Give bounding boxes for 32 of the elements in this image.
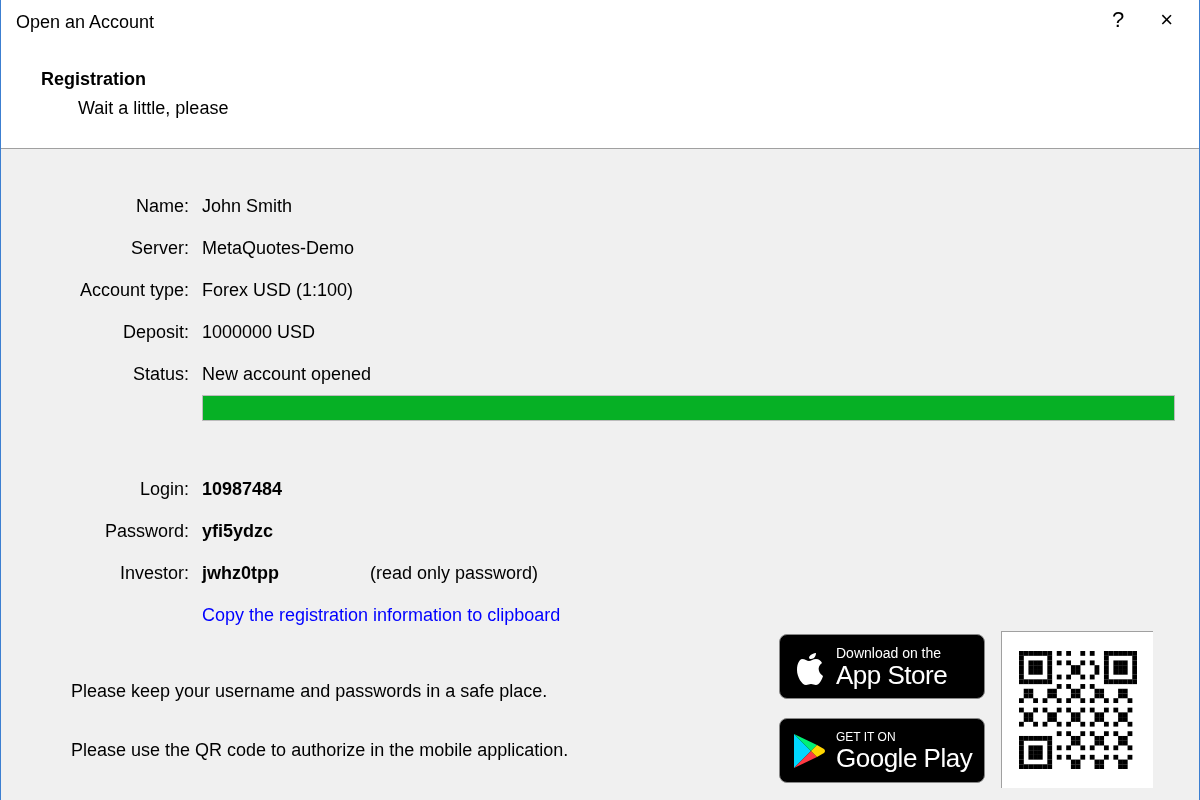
window-title: Open an Account [16, 11, 155, 34]
credential-label: Password: [103, 519, 189, 543]
field-value: New account opened [202, 362, 372, 386]
google-play-badge[interactable]: GET IT ON Google Play [779, 718, 985, 783]
info-note: Please use the QR code to authorize in the mobile application. [71, 739, 569, 762]
field-label: Server: [129, 236, 189, 260]
field-value: Forex USD (1:100) [202, 278, 354, 302]
help-button[interactable]: ? [1111, 6, 1125, 34]
credential-label: Login: [138, 477, 189, 501]
info-note: Please keep your username and passwords in a safe place. [71, 680, 549, 703]
header-subtitle: Wait a little, please [78, 97, 230, 120]
app-store-badge[interactable]: Download on the App Store [779, 634, 985, 699]
field-label: Status: [131, 362, 189, 386]
field-value: MetaQuotes-Demo [202, 236, 355, 260]
credential-label: Investor: [118, 561, 189, 585]
header-title: Registration [41, 68, 147, 91]
badge-store-name: Google Play [836, 744, 973, 771]
field-value: 1000000 USD [202, 320, 316, 344]
credential-note: (read only password) [370, 561, 539, 585]
field-value: John Smith [202, 194, 293, 218]
field-label: Deposit: [121, 320, 189, 344]
field-label: Name: [135, 194, 189, 218]
badge-top-text: Download on the [836, 645, 943, 660]
credential-value: jwhz0tpp [202, 561, 280, 585]
play-store-icon [792, 731, 826, 770]
copy-link[interactable]: Copy the registration information to clipboard [202, 601, 561, 629]
credential-value: 10987484 [202, 477, 284, 501]
badge-store-name: App Store [836, 661, 948, 688]
credential-value: yfi5ydzc [202, 519, 275, 543]
badge-top-text: GET IT ON [836, 730, 897, 743]
close-button[interactable]: × [1160, 6, 1173, 34]
field-label: Account type: [78, 278, 189, 302]
